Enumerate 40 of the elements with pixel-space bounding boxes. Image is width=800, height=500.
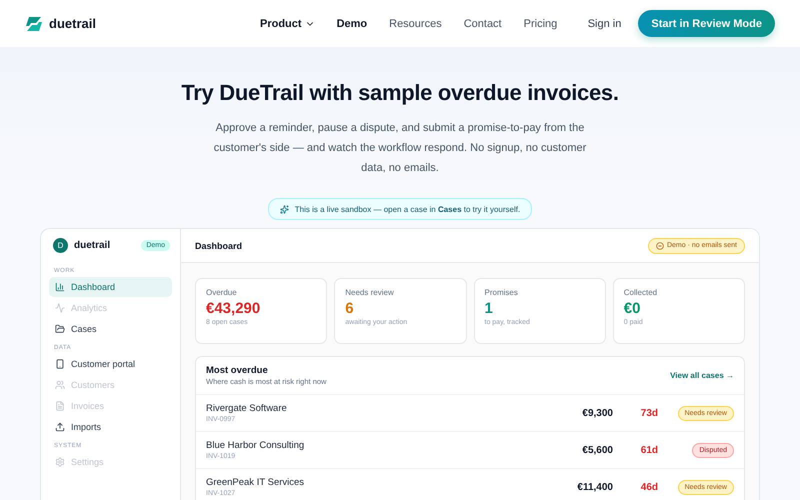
logo-icon <box>25 16 43 32</box>
nav-link[interactable]: Contact <box>464 18 502 30</box>
stat-label: Overdue <box>206 288 238 297</box>
cta-button[interactable]: Start in Review Mode <box>638 10 775 37</box>
sidebar-item[interactable]: Imports <box>49 417 172 437</box>
sidebar-brand: duetrail <box>74 240 112 251</box>
stat-label: Promises <box>484 288 519 297</box>
stat-value: 1 <box>484 300 494 317</box>
minus-circle-icon <box>656 242 664 250</box>
stat-value: 6 <box>345 300 355 317</box>
brand-name[interactable]: duetrail <box>49 16 96 31</box>
nav-link[interactable]: Pricing <box>524 18 558 30</box>
hero-subtitle: Approve a reminder, pause a dispute, and submit a promise-to-pay from the customer's side — and watch the workflow respond. No signup, no customer data, no emails. <box>212 121 588 176</box>
nav-link[interactable]: Product <box>260 18 315 30</box>
hero-title: Try DueTrail with sample overdue invoices. <box>181 80 619 106</box>
banner-text: This is a live sandbox — open a case in Cases to try it yourself. <box>294 204 520 214</box>
stat-label: Needs review <box>345 288 395 297</box>
sidebar-item[interactable]: Dashboard <box>49 277 172 297</box>
stat-value: €43,290 <box>206 300 262 317</box>
customer-name: Blue Harbor Consulting <box>206 440 306 451</box>
days-overdue: 61d <box>640 444 658 456</box>
page-title: Dashboard <box>195 240 242 250</box>
table-title: Most overdue <box>206 365 269 376</box>
days-overdue: 46d <box>640 482 658 492</box>
avatar: D <box>53 238 68 253</box>
stat-label: Collected <box>624 288 658 297</box>
stat-value: €0 <box>624 300 642 317</box>
view-all-link[interactable]: View all cases → <box>670 371 734 380</box>
sign-in-link[interactable]: Sign in <box>588 18 622 30</box>
amount: €11,400 <box>576 482 613 492</box>
customer-name: Rivergate Software <box>206 403 288 414</box>
customer-name: GreenPeak IT Services <box>206 477 306 488</box>
sparkle-icon <box>280 204 289 214</box>
days-overdue: 73d <box>640 408 658 418</box>
amount: €5,600 <box>581 444 613 456</box>
sidebar-item[interactable]: Customer portal <box>49 354 172 374</box>
nav-link[interactable]: Resources <box>389 18 442 30</box>
nav-link[interactable]: Demo <box>336 18 368 30</box>
sidebar-item[interactable]: Cases <box>49 319 172 339</box>
amount: €9,300 <box>581 408 613 418</box>
